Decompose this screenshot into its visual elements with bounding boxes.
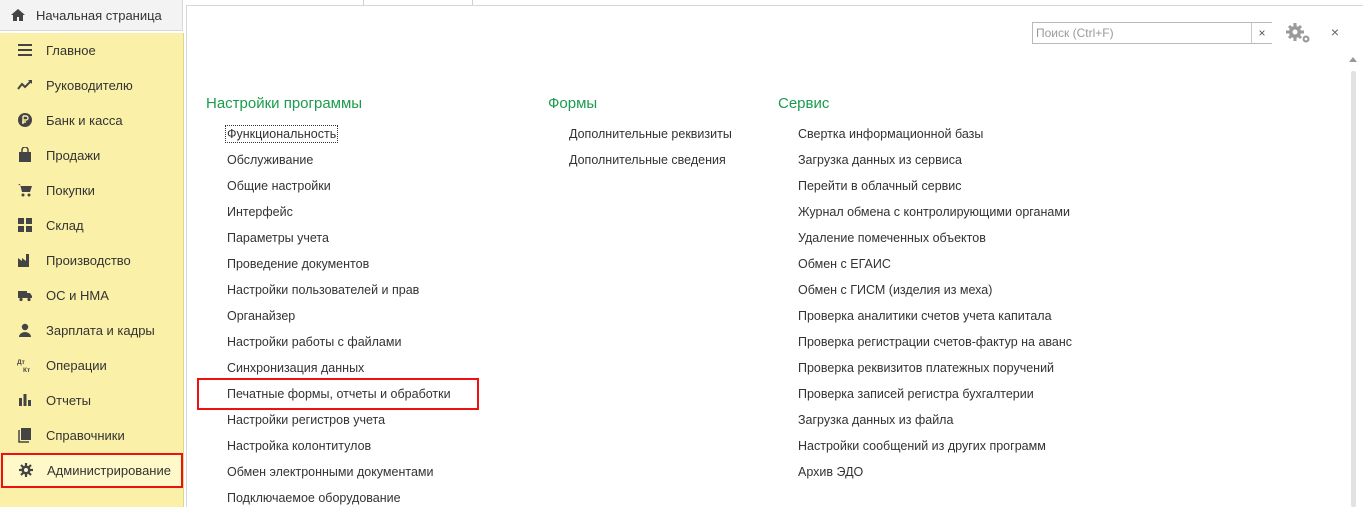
settings-gear-icon[interactable] xyxy=(1284,21,1312,45)
link-general-settings[interactable]: Общие настройки xyxy=(227,178,331,194)
link-maintenance[interactable]: Обслуживание xyxy=(227,152,313,168)
warehouse-icon xyxy=(18,218,32,232)
scroll-thumb[interactable] xyxy=(1351,71,1356,507)
close-button[interactable]: × xyxy=(1328,24,1342,40)
svg-text:Кт: Кт xyxy=(23,367,30,373)
link-service-item[interactable]: Проверка регистрации счетов-фактур на ав… xyxy=(798,334,1072,350)
sidebar-item-assets[interactable]: ОС и НМА xyxy=(0,278,184,313)
sidebar-item-label: Отчеты xyxy=(46,393,91,408)
books-icon xyxy=(18,428,31,443)
sidebar-item-manager[interactable]: Руководителю xyxy=(0,68,184,103)
link-organizer[interactable]: Органайзер xyxy=(227,308,295,324)
home-icon xyxy=(11,9,25,21)
link-additional-info[interactable]: Дополнительные сведения xyxy=(569,152,726,168)
tab-home[interactable]: Начальная страница xyxy=(0,0,183,31)
link-additional-attributes[interactable]: Дополнительные реквизиты xyxy=(569,126,732,142)
sidebar-item-catalogs[interactable]: Справочники xyxy=(0,418,184,453)
menu-icon xyxy=(18,44,32,56)
sidebar-item-main[interactable]: Главное xyxy=(0,33,184,68)
link-document-posting[interactable]: Проведение документов xyxy=(227,256,369,272)
sidebar-item-label: Справочники xyxy=(46,428,125,443)
highlight-frame xyxy=(197,378,479,410)
person-icon xyxy=(19,323,31,337)
link-service-item[interactable]: Перейти в облачный сервис xyxy=(798,178,962,194)
sidebar-item-purchases[interactable]: Покупки xyxy=(0,173,184,208)
sidebar-item-reports[interactable]: Отчеты xyxy=(0,383,184,418)
sidebar-item-label: Главное xyxy=(46,43,96,58)
section-title-settings: Настройки программы xyxy=(206,95,363,112)
link-service-item[interactable]: Архив ЭДО xyxy=(798,464,863,480)
sidebar-item-label: Руководителю xyxy=(46,78,133,93)
link-service-item[interactable]: Обмен с ГИСМ (изделия из меха) xyxy=(798,282,992,298)
sidebar-item-label: Зарплата и кадры xyxy=(46,323,155,338)
link-edi-exchange[interactable]: Обмен электронными документами xyxy=(227,464,433,480)
sidebar-item-label: Производство xyxy=(46,253,131,268)
sidebar-item-salary[interactable]: Зарплата и кадры xyxy=(0,313,184,348)
section-title-service: Сервис xyxy=(778,95,830,112)
sidebar-item-label: Банк и касса xyxy=(46,113,123,128)
sidebar-item-label: Операции xyxy=(46,358,107,373)
link-service-item[interactable]: Журнал обмена с контролирующими органами xyxy=(798,204,1070,220)
factory-icon xyxy=(18,254,29,267)
bar-chart-icon xyxy=(19,394,31,406)
search-clear-button[interactable]: × xyxy=(1251,23,1272,43)
link-service-item[interactable]: Настройки сообщений из других программ xyxy=(798,438,1046,454)
sidebar-item-production[interactable]: Производство xyxy=(0,243,184,278)
cart-icon xyxy=(18,184,32,197)
sidebar-item-warehouse[interactable]: Склад xyxy=(0,208,184,243)
link-service-item[interactable]: Удаление помеченных объектов xyxy=(798,230,986,246)
search-input[interactable] xyxy=(1032,22,1272,44)
sidebar-item-administration[interactable]: Администрирование xyxy=(1,453,183,488)
link-user-settings[interactable]: Настройки пользователей и прав xyxy=(227,282,419,298)
link-data-sync[interactable]: Синхронизация данных xyxy=(227,360,364,376)
truck-icon xyxy=(18,291,32,302)
link-service-item[interactable]: Обмен с ЕГАИС xyxy=(798,256,891,272)
shopping-bag-icon xyxy=(19,147,31,162)
link-header-footer[interactable]: Настройка колонтитулов xyxy=(227,438,371,454)
sidebar-item-sales[interactable]: Продажи xyxy=(0,138,184,173)
trend-icon xyxy=(17,80,32,90)
link-file-settings[interactable]: Настройки работы с файлами xyxy=(227,334,401,350)
dt-kt-icon: Дт Кт xyxy=(17,359,30,373)
link-accounting-parameters[interactable]: Параметры учета xyxy=(227,230,329,246)
link-interface[interactable]: Интерфейс xyxy=(227,204,293,220)
svg-text:Дт: Дт xyxy=(17,359,25,366)
link-functionality[interactable]: Функциональность xyxy=(224,125,339,143)
link-service-item[interactable]: Свертка информационной базы xyxy=(798,126,983,142)
gear-icon xyxy=(19,463,33,477)
section-title-forms: Формы xyxy=(548,95,598,112)
ruble-icon xyxy=(18,113,32,127)
tab-home-label: Начальная страница xyxy=(36,8,162,23)
link-register-settings[interactable]: Настройки регистров учета xyxy=(227,412,385,428)
sidebar-item-operations[interactable]: Дт Кт Операции xyxy=(0,348,184,383)
sidebar-item-label: ОС и НМА xyxy=(46,288,109,303)
sidebar-item-label: Склад xyxy=(46,218,84,233)
sidebar-item-bank[interactable]: Банк и касса xyxy=(0,103,184,138)
sidebar: Главное Руководителю Банк и касса Продаж… xyxy=(0,33,184,507)
link-service-item[interactable]: Проверка записей регистра бухгалтерии xyxy=(798,386,1034,402)
link-service-item[interactable]: Загрузка данных из сервиса xyxy=(798,152,962,168)
scroll-up-arrow[interactable] xyxy=(1349,57,1357,62)
link-connected-equipment[interactable]: Подключаемое оборудование xyxy=(227,490,401,506)
link-service-item[interactable]: Проверка реквизитов платежных поручений xyxy=(798,360,1054,376)
sidebar-item-label: Продажи xyxy=(46,148,101,163)
sidebar-item-label: Администрирование xyxy=(47,463,171,478)
link-service-item[interactable]: Проверка аналитики счетов учета капитала xyxy=(798,308,1052,324)
link-service-item[interactable]: Загрузка данных из файла xyxy=(798,412,953,428)
sidebar-item-label: Покупки xyxy=(46,183,95,198)
